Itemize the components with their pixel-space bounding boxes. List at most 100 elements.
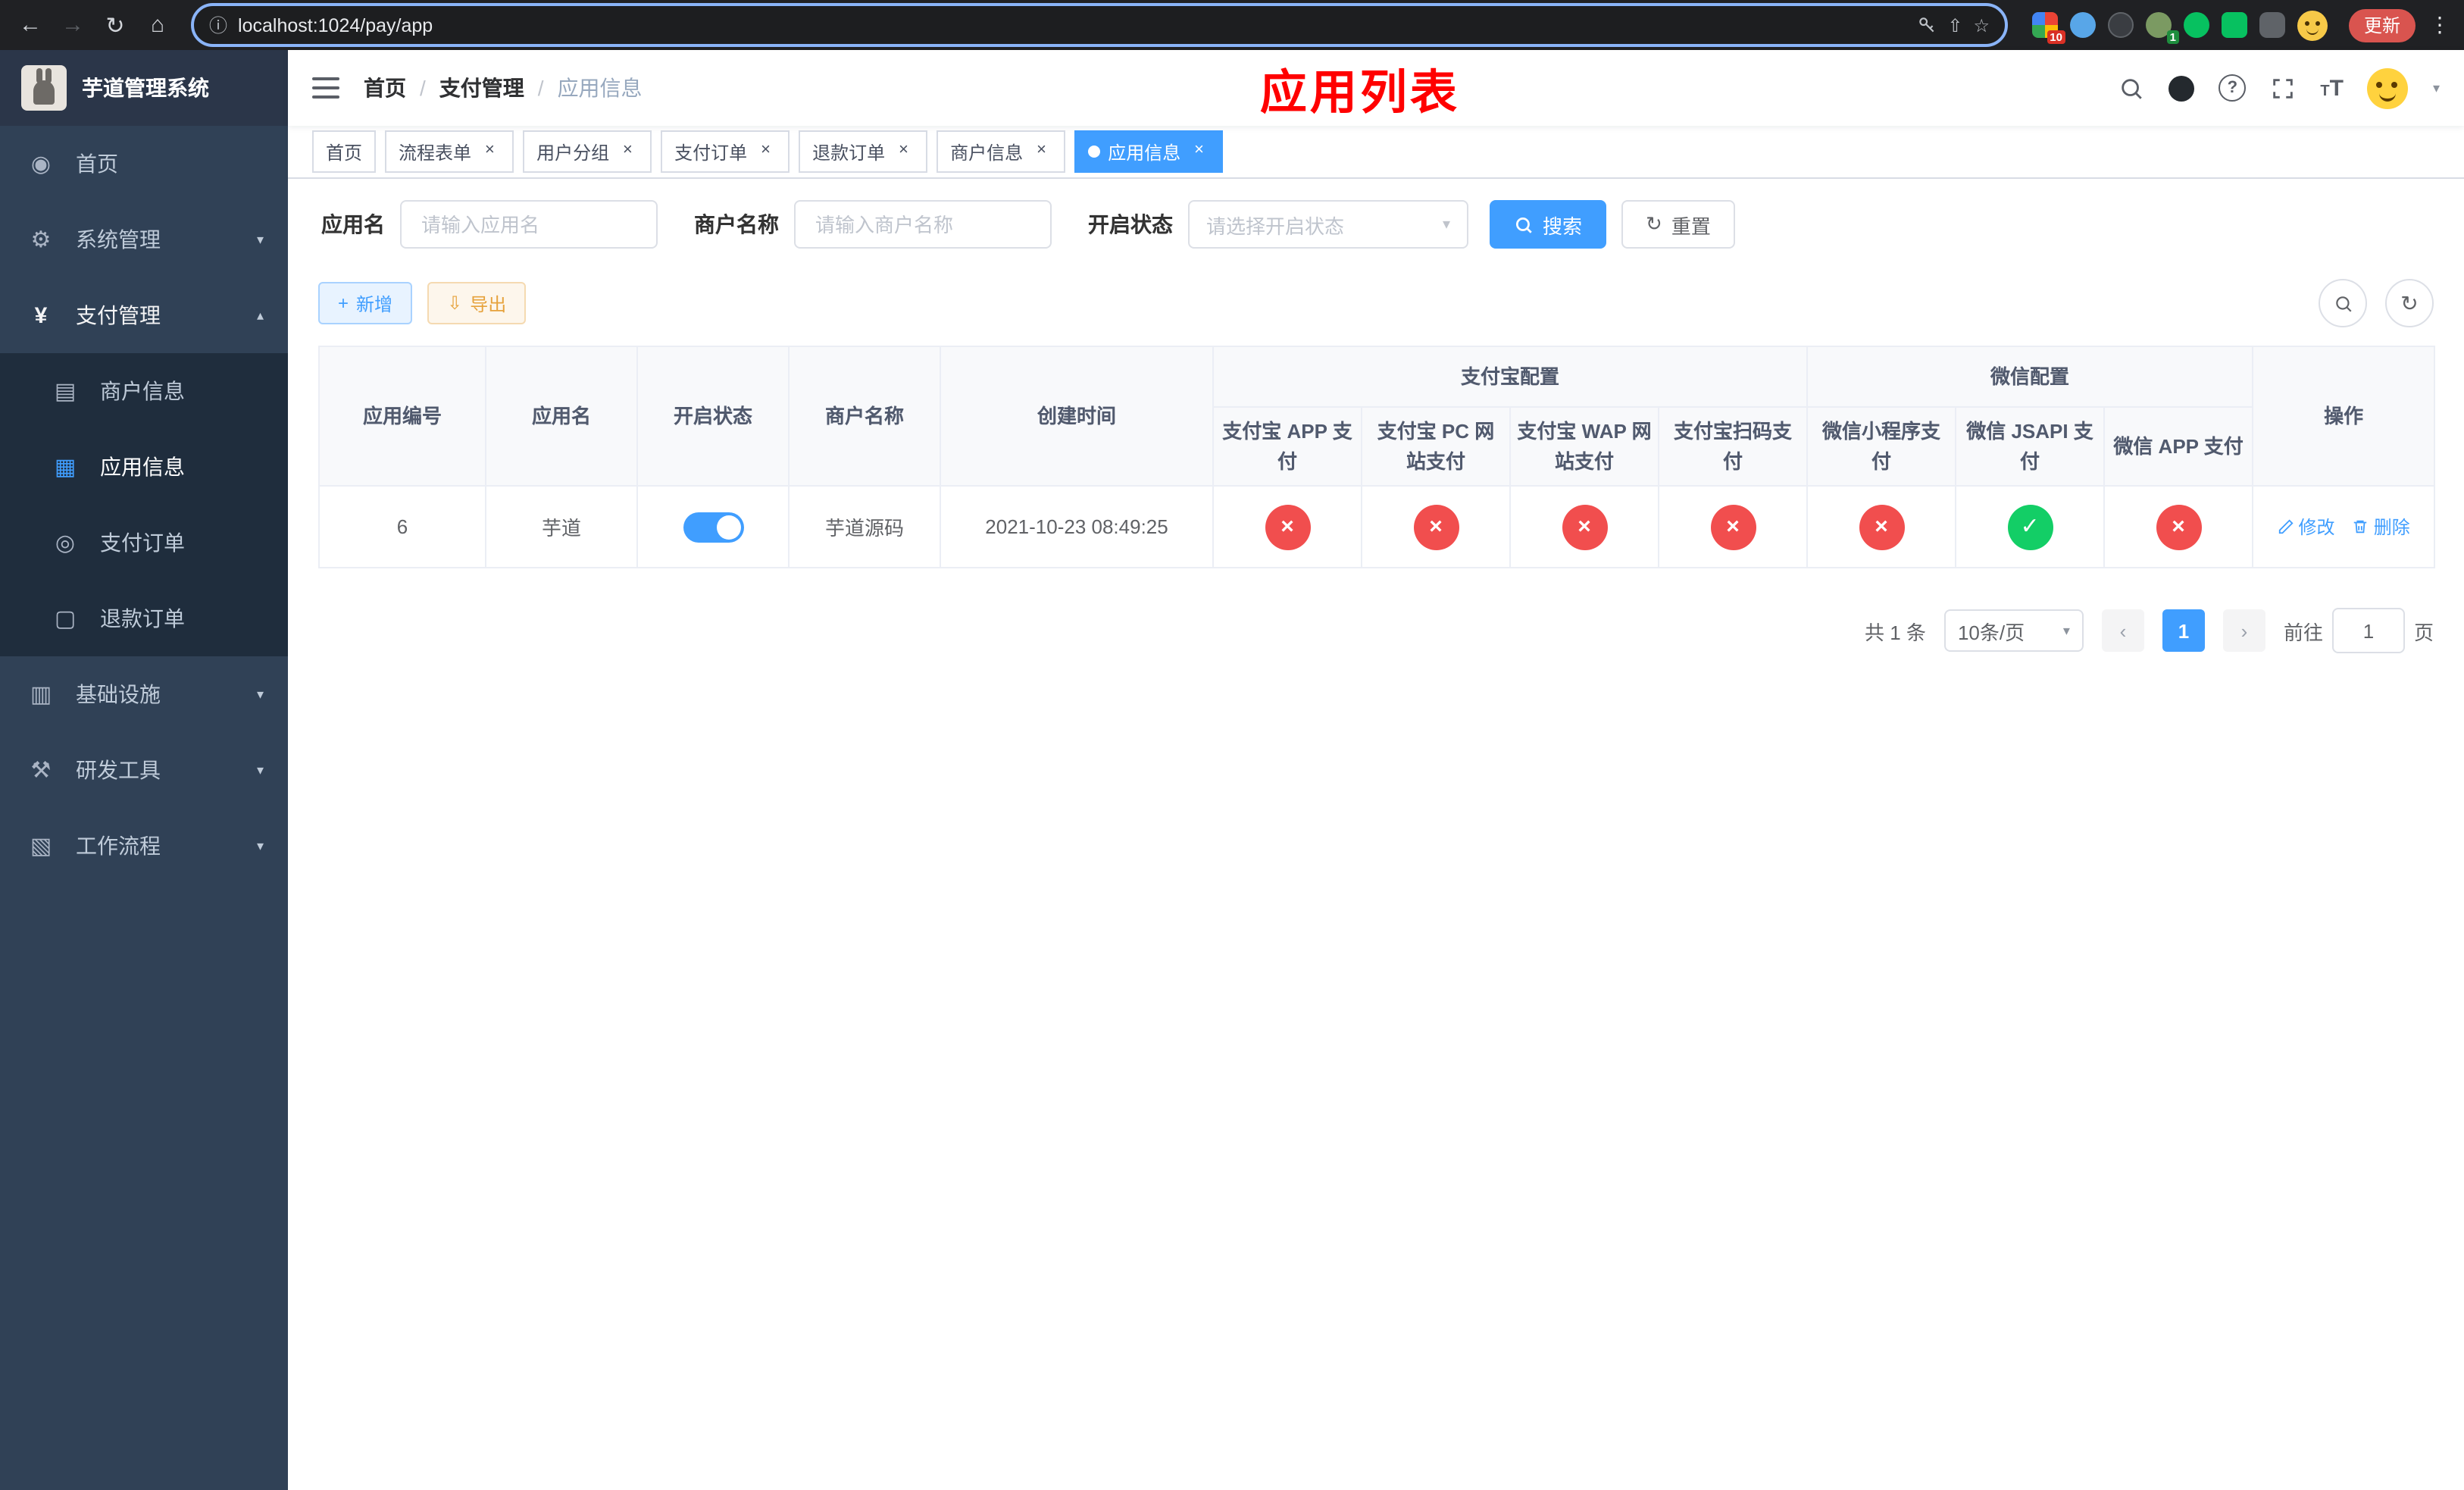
app-logo-row[interactable]: 芋道管理系统 [0,50,288,126]
tab-首页[interactable]: 首页 [312,130,377,173]
share-icon[interactable]: ⇧ [1947,14,1962,36]
tab-label: 流程表单 [399,142,472,163]
forward-icon[interactable]: → [55,7,91,43]
config-status-icon: × [1710,504,1756,549]
col-alipay-wap: 支付宝 WAP 网站支付 [1509,406,1659,487]
extension-green-circle-icon[interactable] [2183,12,2209,38]
extension-blue-icon[interactable] [2069,12,2096,38]
sidebar-item-infra[interactable]: ▥ 基础设施 ▾ [0,656,288,732]
browser-menu-icon[interactable]: ⋮ [2428,12,2452,38]
close-icon[interactable]: × [893,141,914,162]
sidebar-item-devtools[interactable]: ⚒ 研发工具 ▾ [0,732,288,808]
extension-avatar-badge: 1 [2166,30,2179,44]
export-button[interactable]: ⇩ 导出 [427,282,527,324]
tab-应用信息[interactable]: 应用信息 × [1074,130,1224,173]
back-icon[interactable]: ← [12,7,48,43]
app-name-input[interactable] [418,211,639,237]
tab-退款订单[interactable]: 退款订单 × [799,130,928,173]
merchant-name-input[interactable] [812,211,1033,237]
fullscreen-icon[interactable] [2270,75,2296,101]
search-icon[interactable] [2118,75,2144,101]
sidebar-item-app-info[interactable]: ▦ 应用信息 [0,429,288,505]
status-select[interactable]: 请选择开启状态 ▾ [1188,200,1468,249]
tab-label: 首页 [326,142,363,163]
cell-created: 2021-10-23 08:49:25 [940,485,1214,568]
sidebar-item-label: 支付管理 [76,303,161,327]
status-switch[interactable] [683,512,743,542]
chrome-update-button[interactable]: 更新 [2348,8,2416,42]
close-icon[interactable]: × [755,141,776,162]
sidebar-item-workflow[interactable]: ▧ 工作流程 ▾ [0,808,288,884]
tab-label: 应用信息 [1108,142,1181,163]
edit-link-label: 修改 [2298,517,2335,538]
sidebar-item-merchant-info[interactable]: ▤ 商户信息 [0,353,288,429]
user-avatar[interactable] [2367,67,2409,108]
sidebar-item-label: 研发工具 [76,758,161,782]
add-button[interactable]: + 新增 [318,282,413,324]
sidebar-item-pay[interactable]: ¥ 支付管理 ▴ [0,277,288,353]
close-icon[interactable]: × [479,141,500,162]
tab-支付订单[interactable]: 支付订单 × [661,130,790,173]
site-info-icon[interactable]: ⓘ [209,12,227,38]
sidebar-item-pay-order[interactable]: ◎ 支付订单 [0,505,288,581]
sidebar-item-label: 首页 [76,152,118,176]
workflow-icon: ▧ [30,834,52,859]
prev-page-button[interactable]: ‹ [2101,609,2144,652]
config-status-icon: × [2156,504,2202,549]
address-bar[interactable]: ⓘ localhost:1024/pay/app ⇧ ☆ [191,3,2008,47]
tab-流程表单[interactable]: 流程表单 × [385,130,514,173]
trash-icon [2354,520,2367,534]
cell-actions: 修改 删除 [2252,485,2436,568]
search-button[interactable]: 搜索 [1490,200,1607,249]
sidebar-item-refund-order[interactable]: ▢ 退款订单 [0,581,288,656]
pagination: 共 1 条 10条/页 ▾ ‹ 1 › 前往 页 [318,608,2434,653]
edit-link[interactable]: 修改 [2277,514,2334,540]
extensions-puzzle-icon[interactable] [2259,12,2285,38]
goto-page-input[interactable] [2331,608,2405,653]
page-title-annotation: 应用列表 [1259,66,1460,119]
extension-avatar-icon[interactable]: 1 [2145,12,2179,44]
breadcrumb-home[interactable]: 首页 [364,73,406,103]
reset-button[interactable]: ↻ 重置 [1621,200,1735,249]
url-text[interactable]: localhost:1024/pay/app [238,14,1906,36]
tab-用户分组[interactable]: 用户分组 × [523,130,652,173]
extension-green-square-icon[interactable] [2221,12,2247,38]
close-icon[interactable]: × [617,141,638,162]
delete-link[interactable]: 删除 [2353,514,2410,540]
sidebar-item-label: 应用信息 [100,455,185,479]
table-toolbar: + 新增 ⇩ 导出 ↻ [318,279,2434,327]
close-icon[interactable]: × [1030,141,1052,162]
home-icon[interactable]: ⌂ [139,7,176,43]
sidebar-item-label: 系统管理 [76,227,161,252]
sidebar-item-home[interactable]: ◉ 首页 [0,126,288,202]
close-icon[interactable]: × [1188,141,1209,162]
hamburger-icon[interactable] [312,77,339,99]
plus-icon: + [338,293,349,314]
key-icon[interactable] [1917,15,1937,35]
page-number-button[interactable]: 1 [2162,609,2205,652]
help-icon[interactable]: ? [2219,74,2247,102]
add-button-label: 新增 [356,293,393,315]
reload-icon[interactable]: ↻ [97,7,133,43]
avatar-caret-icon[interactable]: ▾ [2433,80,2440,96]
app-name-input-wrap [400,200,658,249]
col-group-wechat: 微信配置 [1806,346,2254,408]
active-dot-icon [1088,146,1101,158]
extension-dark-icon[interactable] [2107,12,2134,38]
font-size-icon[interactable]: TT [2320,77,2344,99]
page-size-select[interactable]: 10条/页 ▾ [1943,609,2084,652]
toggle-search-button[interactable] [2319,279,2367,327]
tab-商户信息[interactable]: 商户信息 × [937,130,1066,173]
yen-icon: ¥ [34,302,48,328]
extension-grid-icon[interactable]: 10 [2031,12,2065,44]
chevron-down-icon: ▾ [256,686,264,701]
bookmark-star-icon[interactable]: ☆ [1973,14,1990,36]
cell-alipay-qr: × [1657,485,1809,568]
apps-table: 应用编号 应用名 开启状态 商户名称 创建时间 支付宝配置 微信配置 操作 支付… [318,346,2436,568]
next-page-button[interactable]: › [2222,609,2265,652]
breadcrumb-section[interactable]: 支付管理 [439,73,524,103]
sidebar-item-system[interactable]: ⚙ 系统管理 ▾ [0,202,288,277]
github-icon[interactable] [2169,75,2195,101]
refresh-button[interactable]: ↻ [2385,279,2434,327]
browser-profile-avatar[interactable] [2297,10,2328,40]
